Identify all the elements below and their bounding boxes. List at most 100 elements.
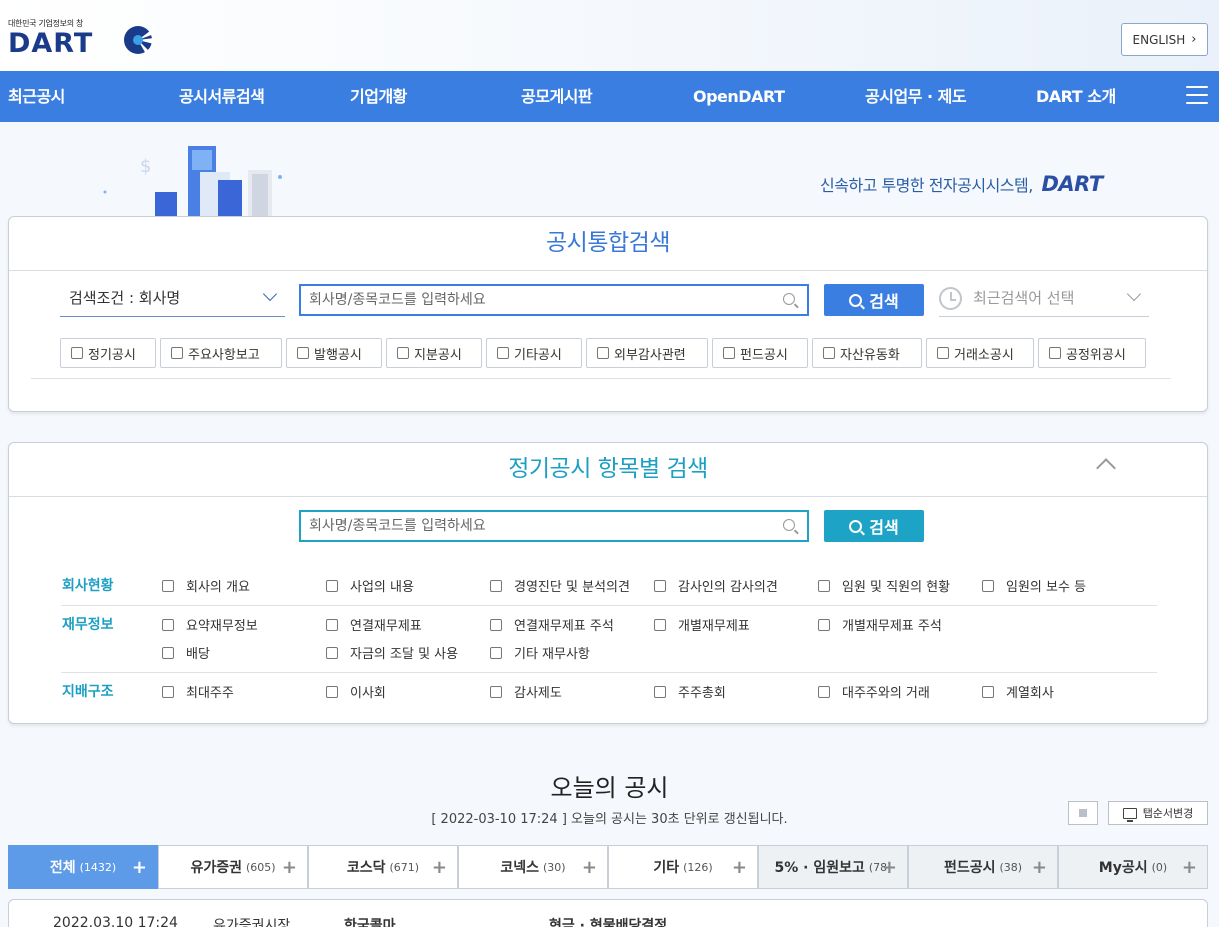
list-company[interactable]: 한국콜마	[344, 915, 396, 927]
logo-sun-icon	[124, 26, 154, 54]
plus-icon[interactable]: +	[282, 859, 297, 877]
option-separate-fs[interactable]: 개별재무제표	[654, 615, 750, 634]
nav-company-overview[interactable]: 기업개황	[350, 71, 407, 122]
checkbox-external-audit[interactable]: 외부감사관련	[586, 338, 708, 368]
option-board[interactable]: 이사회	[326, 682, 386, 701]
plus-icon[interactable]: +	[582, 859, 597, 877]
slogan-text: 신속하고 투명한 전자공시시스템,	[820, 176, 1033, 195]
nav-disclosure-system[interactable]: 공시업무 · 제도	[865, 71, 967, 122]
option-label: 임원 및 직원의 현황	[842, 580, 951, 595]
option-consolidated-notes[interactable]: 연결재무제표 주석	[490, 615, 614, 634]
option-consolidated-fs[interactable]: 연결재무제표	[326, 615, 422, 634]
option-largest-shareholder[interactable]: 최대주주	[162, 682, 234, 701]
checkbox-icon	[982, 685, 994, 698]
logo-text: DART	[8, 28, 94, 59]
slogan-brand: DART	[1041, 172, 1103, 196]
checkbox-asset-securitization[interactable]: 자산유동화	[812, 338, 922, 368]
tab-5pct-exec[interactable]: 5% · 임원보고 (78) +	[758, 845, 908, 889]
option-audit-system[interactable]: 감사제도	[490, 682, 562, 701]
option-company-overview[interactable]: 회사의 개요	[162, 576, 250, 595]
integrated-search-button-label: 검색	[869, 292, 899, 311]
option-label: 이사회	[350, 686, 386, 701]
checkbox-fund[interactable]: 펀드공시	[712, 338, 808, 368]
tab-fund[interactable]: 펀드공시 (38) +	[908, 845, 1058, 889]
english-button[interactable]: ENGLISH ›	[1121, 23, 1208, 56]
list-market: 유가증권시장	[213, 918, 291, 927]
tab-label: 코스닥	[346, 860, 386, 876]
option-label: 개별재무제표 주석	[842, 619, 942, 634]
search-condition-select[interactable]: 검색조건 : 회사명	[60, 286, 285, 317]
option-label: 개별재무제표	[678, 619, 750, 634]
option-dividend[interactable]: 배당	[162, 643, 210, 662]
tab-order-button[interactable]: 탭순서변경	[1108, 801, 1208, 825]
checkbox-label: 거래소공시	[954, 347, 1014, 363]
tab-label: 유가증권	[190, 860, 242, 876]
main-nav: 최근공시 공시서류검색 기업개황 공모게시판 OpenDART 공시업무 · 제…	[0, 71, 1219, 122]
option-executive-pay[interactable]: 임원의 보수 등	[982, 576, 1086, 595]
option-separate-notes[interactable]: 개별재무제표 주석	[818, 615, 942, 634]
option-label: 주주총회	[678, 686, 726, 701]
menu-icon[interactable]	[1186, 86, 1208, 104]
periodic-search-title: 정기공시 항목별 검색	[9, 443, 1207, 497]
dart-logo[interactable]: 대한민국 기업정보의 창 DART	[8, 18, 154, 59]
top-header: 대한민국 기업정보의 창 DART ENGLISH ›	[0, 0, 1219, 71]
checkbox-icon	[823, 347, 835, 359]
checkbox-icon	[818, 579, 830, 592]
checkbox-icon	[297, 347, 309, 359]
checkbox-icon	[1049, 347, 1061, 359]
option-business[interactable]: 사업의 내용	[326, 576, 414, 595]
plus-icon[interactable]: +	[882, 859, 897, 877]
option-label: 계열회사	[1006, 686, 1054, 701]
plus-icon[interactable]: +	[432, 859, 447, 877]
periodic-search-input[interactable]: 회사명/종목코드를 입력하세요	[299, 510, 809, 542]
option-shareholders-meeting[interactable]: 주주총회	[654, 682, 726, 701]
monitor-icon	[1122, 807, 1137, 822]
checkbox-issuance[interactable]: 발행공시	[286, 338, 382, 368]
integrated-search-title: 공시통합검색	[9, 217, 1207, 271]
option-label: 자금의 조달 및 사용	[350, 647, 459, 662]
option-fund-usage[interactable]: 자금의 조달 및 사용	[326, 643, 458, 662]
tab-etc[interactable]: 기타 (126) +	[608, 845, 758, 889]
stop-refresh-button[interactable]	[1068, 801, 1098, 825]
recent-search-select[interactable]: 최근검색어 선택	[939, 286, 1149, 317]
option-affiliates[interactable]: 계열회사	[982, 682, 1054, 701]
tab-konex[interactable]: 코넥스 (30) +	[458, 845, 608, 889]
plus-icon[interactable]: +	[1182, 859, 1197, 877]
tab-all[interactable]: 전체 (1432) +	[8, 845, 158, 889]
option-auditor-opinion[interactable]: 감사인의 감사의견	[654, 576, 778, 595]
periodic-search-button[interactable]: 검색	[824, 510, 924, 542]
checkbox-icon	[397, 347, 409, 359]
plus-icon[interactable]: +	[132, 859, 147, 877]
nav-about-dart[interactable]: DART 소개	[1036, 71, 1116, 122]
plus-icon[interactable]: +	[732, 859, 747, 877]
plus-icon[interactable]: +	[1032, 859, 1047, 877]
disclosure-list: 2022.03.10 17:24 유가증권시장 한국콜마 현금 · 현물배당결정	[8, 899, 1208, 927]
integrated-search-button[interactable]: 검색	[824, 284, 924, 316]
checkbox-exchange[interactable]: 거래소공시	[926, 338, 1034, 368]
checkbox-major-report[interactable]: 주요사항보고	[160, 338, 282, 368]
nav-recent-disclosure[interactable]: 최근공시	[8, 71, 65, 122]
checkbox-other[interactable]: 기타공시	[486, 338, 582, 368]
checkbox-ftc[interactable]: 공정위공시	[1038, 338, 1146, 368]
option-other-financial[interactable]: 기타 재무사항	[490, 643, 590, 662]
checkbox-regular[interactable]: 정기공시	[60, 338, 156, 368]
today-title: 오늘의 공시	[550, 774, 669, 802]
list-title[interactable]: 현금 · 현물배당결정	[549, 915, 667, 927]
nav-offering-board[interactable]: 공모게시판	[521, 71, 593, 122]
checkbox-equity[interactable]: 지분공시	[386, 338, 482, 368]
company-search-input[interactable]: 회사명/종목코드를 입력하세요	[299, 284, 809, 316]
option-management-analysis[interactable]: 경영진단 및 분석의견	[490, 576, 630, 595]
checkbox-icon	[818, 618, 830, 631]
nav-document-search[interactable]: 공시서류검색	[179, 71, 265, 122]
option-summary-financials[interactable]: 요약재무정보	[162, 615, 258, 634]
checkbox-icon	[490, 618, 502, 631]
nav-opendart[interactable]: OpenDART	[693, 71, 785, 122]
option-label: 연결재무제표 주석	[514, 619, 614, 634]
tab-kosdaq[interactable]: 코스닥 (671) +	[308, 845, 458, 889]
option-major-shareholder-deals[interactable]: 대주주와의 거래	[818, 682, 930, 701]
checkbox-icon	[162, 646, 174, 659]
option-executives-employees[interactable]: 임원 및 직원의 현황	[818, 576, 950, 595]
tab-kospi[interactable]: 유가증권 (605) +	[158, 845, 308, 889]
tab-order-label: 탭순서변경	[1142, 807, 1194, 820]
tab-my[interactable]: My공시 (0) +	[1058, 845, 1208, 889]
